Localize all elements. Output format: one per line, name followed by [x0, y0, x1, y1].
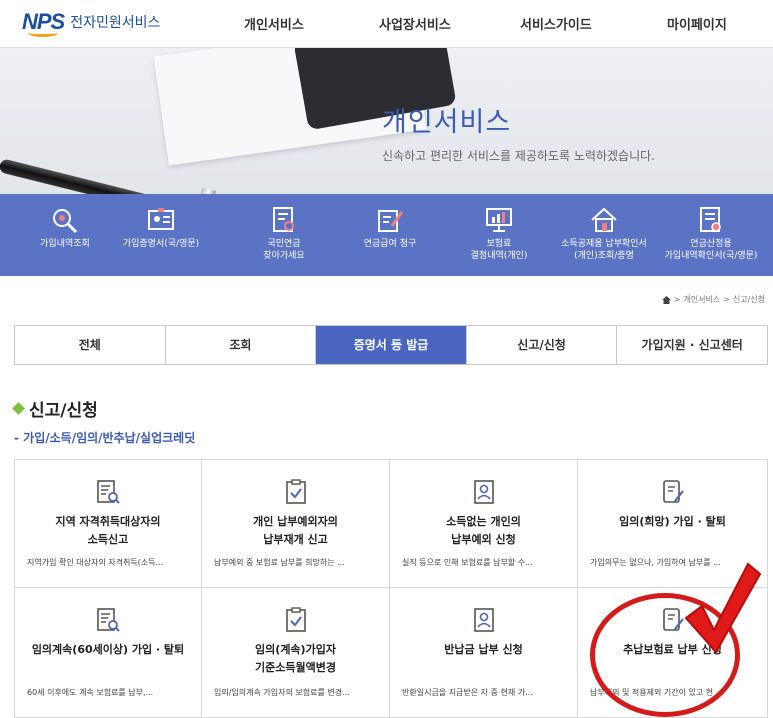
card-description: 반환일시금을 지급받은 자 중 현재 가...	[402, 688, 533, 697]
card-description: 납부예외 중 보험료 납부를 희망하는 ...	[214, 558, 345, 567]
document-search-icon	[273, 207, 294, 232]
id-card-icon	[148, 208, 174, 230]
card-description: 지역가입 확인 대상자의 자격취득(소득...	[27, 558, 164, 567]
quick-menu-label: 가입증명서(국/영문)	[122, 239, 200, 249]
certificate-icon	[700, 207, 721, 232]
tab-support-center[interactable]: 가입지원 · 신고센터	[617, 326, 767, 364]
card-title: 지역 자격취득대상자의 소득신고	[55, 515, 161, 546]
edit-document-icon	[378, 210, 404, 232]
clipboard-check-icon	[285, 479, 306, 504]
section-subtitle: - 가입/소득/임의/반추납/실업크레딧	[14, 431, 196, 445]
quick-menu-label: 연금급여 청구	[363, 239, 417, 249]
home-icon[interactable]	[661, 295, 671, 304]
card-description: 임의/임의계속 가입자의 보험료를 변경...	[214, 688, 350, 697]
quick-menu-item[interactable]: 가입증명서(국/영문)	[106, 194, 216, 250]
service-card[interactable]: 임의(계속)가입자 기준소득월액변경 임의/임의계속 가입자의 보험료를 변경.…	[202, 588, 390, 718]
card-title: 임의(희망) 가입 · 탈퇴	[619, 515, 726, 528]
card-description: 실직 등으로 인해 보험료를 납부할 수...	[402, 558, 533, 567]
breadcrumb: > 개인서비스 > 신고/신청	[661, 294, 765, 305]
tab-certificate[interactable]: 증명서 등 발급	[316, 326, 467, 364]
service-card[interactable]: 지역 자격취득대상자의 소득신고 지역가입 확인 대상자의 자격취득(소득...	[14, 460, 202, 588]
tab-all[interactable]: 전체	[15, 326, 166, 364]
service-card[interactable]: 소득없는 개인의 납부예외 신청 실직 등으로 인해 보험료를 납부할 수...	[390, 460, 578, 588]
tab-report[interactable]: 신고/신청	[467, 326, 618, 364]
card-title: 소득없는 개인의 납부예외 신청	[446, 515, 521, 546]
house-icon	[591, 207, 617, 232]
card-title: 임의(계속)가입자 기준소득월액변경	[255, 643, 336, 674]
quick-menu-bar: 가입내역조회 가입증명서(국/영문) 국민연금 찾아가세요 연금급여 청구 보험…	[0, 194, 773, 276]
hero-banner: 개인서비스 신속하고 편리한 서비스를 제공하도록 노력하겠습니다.	[0, 48, 773, 194]
nav-mypage[interactable]: 마이페이지	[667, 14, 727, 33]
card-title: 임의계속(60세이상) 가입 · 탈퇴	[31, 643, 185, 656]
card-description: 60세 이후에도 계속 보험료를 납부,...	[27, 688, 154, 697]
breadcrumb-separator: >	[723, 295, 730, 304]
breadcrumb-item[interactable]: 신고/신청	[733, 294, 765, 305]
nav-business[interactable]: 사업장서비스	[379, 14, 451, 33]
quick-menu-item[interactable]: 소득공제용 납부확인서 (개인)조회/증명	[549, 194, 659, 262]
service-card[interactable]: 반납금 납부 신청 반환일시금을 지급받은 자 중 현재 가...	[390, 588, 578, 718]
logo[interactable]: NPS 전자민원서비스	[22, 9, 161, 37]
tab-inquiry[interactable]: 조회	[166, 326, 317, 364]
nav-personal[interactable]: 개인서비스	[244, 14, 304, 33]
card-title: 반납금 납부 신청	[444, 643, 523, 656]
logo-swoosh-icon	[28, 29, 58, 37]
service-card[interactable]: 임의계속(60세이상) 가입 · 탈퇴 60세 이후에도 계속 보험료를 납부,…	[14, 588, 202, 718]
header: NPS 전자민원서비스 개인서비스 사업장서비스 서비스가이드 마이페이지	[0, 0, 773, 48]
quick-menu-label: 연금산정용 가입내역확인서(국/영문)	[664, 239, 758, 261]
quick-menu-label: 소득공제용 납부확인서 (개인)조회/증명	[561, 239, 647, 261]
quick-menu-label: 가입내역조회	[40, 239, 90, 249]
quick-menu-item[interactable]: 연금산정용 가입내역확인서(국/영문)	[656, 194, 766, 262]
breadcrumb-item[interactable]: 개인서비스	[683, 294, 720, 305]
tablet-pen-icon	[662, 480, 684, 503]
person-card-icon	[473, 480, 494, 504]
page-title: 개인서비스	[382, 107, 512, 138]
document-search-icon	[97, 608, 120, 632]
quick-menu-label: 보험료 결정내역(개인)	[470, 239, 528, 261]
section-title-text: 신고/신청	[29, 401, 98, 421]
clipboard-check-icon	[285, 607, 306, 632]
quick-menu-item[interactable]: 국민연금 찾아가세요	[229, 194, 339, 262]
quick-menu-item[interactable]: 보험료 결정내역(개인)	[444, 194, 554, 262]
checkmark-annotation-icon	[684, 562, 762, 654]
page-subtitle: 신속하고 편리한 서비스를 제공하도록 노력하겠습니다.	[382, 149, 655, 163]
nav-guide[interactable]: 서비스가이드	[520, 14, 592, 33]
search-icon	[53, 209, 78, 234]
service-card[interactable]: 개인 납부예외자의 납부재개 신고 납부예외 중 보험료 납부를 희망하는 ..…	[202, 460, 390, 588]
document-search-icon	[97, 480, 120, 504]
category-tabs: 전체 조회 증명서 등 발급 신고/신청 가입지원 · 신고센터	[14, 325, 768, 365]
person-card-icon	[473, 608, 494, 632]
pen-image	[0, 158, 293, 194]
diamond-bullet-icon	[12, 402, 25, 415]
card-title: 개인 납부예외자의 납부재개 신고	[253, 515, 338, 546]
section-title: 신고/신청	[12, 396, 98, 421]
monitor-chart-icon	[486, 208, 512, 232]
quick-menu-item[interactable]: 연금급여 청구	[335, 194, 445, 250]
breadcrumb-separator: >	[673, 295, 681, 304]
logo-text: 전자민원서비스	[70, 15, 161, 31]
quick-menu-item[interactable]: 가입내역조회	[10, 194, 120, 250]
quick-menu-label: 국민연금 찾아가세요	[263, 239, 305, 261]
